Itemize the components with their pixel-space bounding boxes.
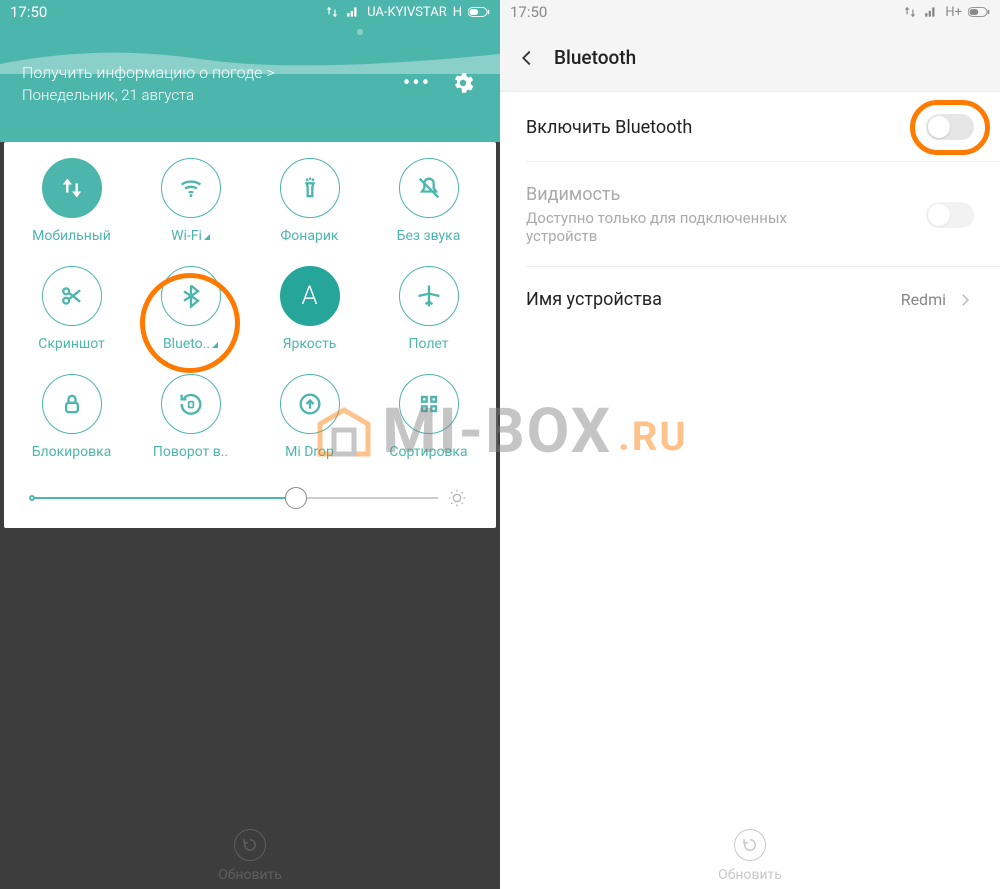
row-visibility: Видимость Доступно только для подключенн… [500, 162, 1000, 267]
weather-date: Понедельник, 21 августа [22, 86, 402, 104]
qs-tile-flashlight[interactable]: Фонарик [250, 158, 369, 244]
status-bar: 17:50 H+ [500, 0, 1000, 24]
airplane-icon [399, 266, 459, 326]
qs-label: Без звука [397, 228, 461, 244]
qs-label: Яркость [283, 336, 337, 352]
battery-icon [468, 6, 490, 18]
grid-icon [399, 374, 459, 434]
qs-label: Поворот в.. [153, 444, 228, 460]
right-bottom-area: Обновить [500, 829, 1000, 889]
chevron-left-icon [516, 47, 538, 69]
gear-icon [450, 70, 476, 96]
network-type: H [453, 5, 462, 20]
mobile-data-icon [42, 158, 102, 218]
qs-label: Blueto.. [163, 336, 218, 352]
status-indicators: H+ [903, 5, 990, 20]
row-title: Включить Bluetooth [526, 117, 926, 138]
brightness-slider[interactable] [32, 486, 468, 510]
more-button[interactable]: ••• [402, 68, 432, 98]
back-button[interactable] [514, 45, 540, 71]
refresh-label: Обновить [718, 867, 782, 883]
refresh-button[interactable]: Обновить [718, 829, 782, 883]
chevron-right-icon [956, 291, 974, 309]
status-indicators: UA-KYIVSTAR H [325, 5, 490, 20]
qs-label: Сортировка [389, 444, 467, 460]
qs-label: Блокировка [32, 444, 112, 460]
refresh-icon [241, 836, 259, 854]
rotation-lock-icon [161, 374, 221, 434]
qs-tile-rotation[interactable]: Поворот в.. [131, 374, 250, 460]
phone-left-quick-settings: 17:50 UA-KYIVSTAR H Получить информацию … [0, 0, 500, 889]
data-arrows-icon [903, 5, 917, 19]
signal-icon [345, 5, 361, 19]
sun-icon [446, 487, 468, 509]
quick-settings-panel: Мобильный Wi-Fi Фонарик Без звука [4, 142, 496, 528]
page-title: Bluetooth [554, 46, 636, 69]
bluetooth-icon [161, 266, 221, 326]
status-bar: 17:50 UA-KYIVSTAR H [0, 0, 500, 24]
carrier-label: UA-KYIVSTAR [367, 5, 447, 20]
notification-header: Получить информацию о погоде > Понедельн… [0, 24, 500, 142]
weather-block[interactable]: Получить информацию о погоде > Понедельн… [22, 63, 402, 104]
qs-tile-airplane[interactable]: Полет [369, 266, 488, 352]
qs-label: Mi Drop [285, 444, 334, 460]
qs-label: Wi-Fi [171, 228, 210, 244]
lock-icon [42, 374, 102, 434]
expand-icon [212, 342, 218, 348]
qs-tile-bluetooth[interactable]: Blueto.. [131, 266, 250, 352]
battery-icon [968, 6, 990, 18]
row-device-name[interactable]: Имя устройства Redmi [500, 267, 1000, 332]
data-arrows-icon [325, 5, 339, 19]
wifi-icon [161, 158, 221, 218]
row-title: Имя устройства [526, 289, 901, 310]
clock: 17:50 [10, 3, 47, 21]
row-subtitle: Доступно только для подключенных устройс… [526, 209, 856, 245]
qs-tile-mute[interactable]: Без звука [369, 158, 488, 244]
qs-tile-edit[interactable]: Сортировка [369, 374, 488, 460]
qs-tile-lock[interactable]: Блокировка [12, 374, 131, 460]
qs-tile-mobile-data[interactable]: Мобильный [12, 158, 131, 244]
settings-header: Bluetooth [500, 24, 1000, 92]
device-name-value: Redmi [901, 290, 946, 309]
phone-right-bluetooth-settings: 17:50 H+ Bluetooth Включить Bluetooth Ви… [500, 0, 1000, 889]
qs-tile-midrop[interactable]: Mi Drop [250, 374, 369, 460]
scissors-icon [42, 266, 102, 326]
qs-label: Фонарик [281, 228, 339, 244]
qs-tile-wifi[interactable]: Wi-Fi [131, 158, 250, 244]
clock: 17:50 [510, 3, 547, 21]
bell-off-icon [399, 158, 459, 218]
auto-brightness-icon: A [280, 266, 340, 326]
expand-icon [204, 234, 210, 240]
network-type: H+ [945, 5, 962, 20]
signal-icon [923, 5, 939, 19]
flashlight-icon [280, 158, 340, 218]
row-title: Видимость [526, 184, 926, 205]
visibility-toggle [926, 202, 974, 228]
refresh-icon [741, 836, 759, 854]
left-bottom-area: Обновить [0, 580, 500, 889]
row-enable-bluetooth[interactable]: Включить Bluetooth [500, 92, 1000, 162]
refresh-button[interactable]: Обновить [218, 829, 282, 883]
bluetooth-toggle[interactable] [926, 114, 974, 140]
slider-track [32, 497, 438, 499]
slider-thumb[interactable] [285, 487, 307, 509]
qs-label: Мобильный [32, 228, 111, 244]
qs-label: Скриншот [38, 336, 105, 352]
qs-tile-screenshot[interactable]: Скриншот [12, 266, 131, 352]
settings-button[interactable] [448, 68, 478, 98]
refresh-label: Обновить [218, 867, 282, 883]
share-up-icon [280, 374, 340, 434]
qs-label: Полет [408, 336, 448, 352]
quick-settings-grid: Мобильный Wi-Fi Фонарик Без звука [4, 142, 496, 468]
qs-tile-brightness[interactable]: A Яркость [250, 266, 369, 352]
weather-title: Получить информацию о погоде > [22, 63, 402, 82]
